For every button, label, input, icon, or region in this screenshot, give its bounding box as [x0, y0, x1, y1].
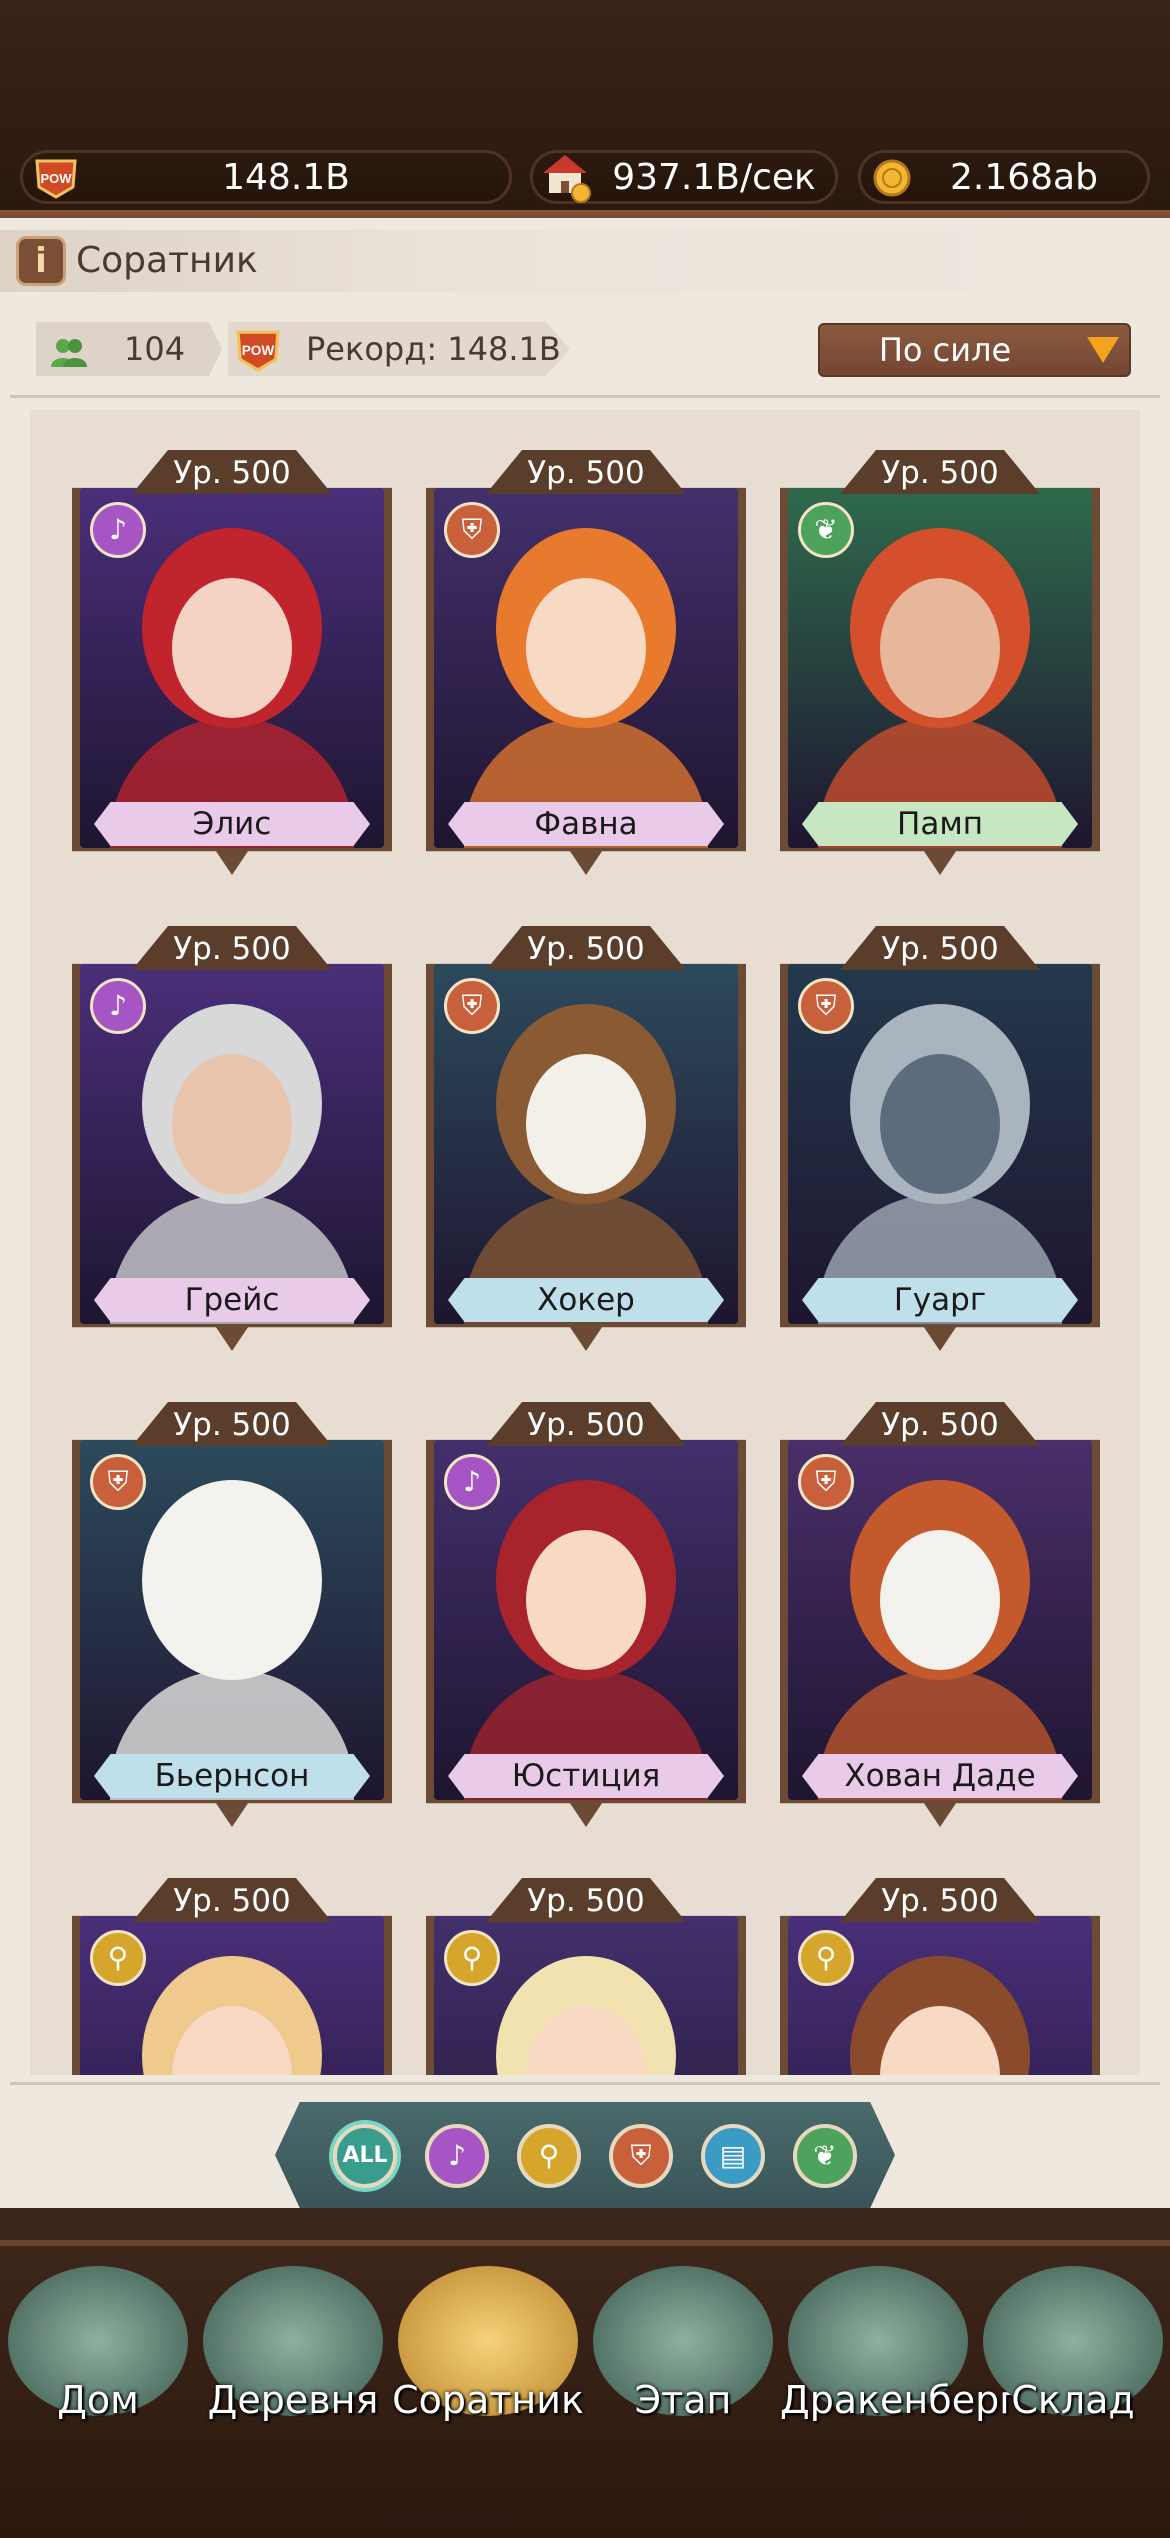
- filter-all-button[interactable]: ALL: [333, 2124, 397, 2188]
- nav-label: Дракенберг: [780, 2378, 1020, 2422]
- power-value: 148.1B: [222, 156, 350, 198]
- broom-icon: ⚲: [90, 1930, 146, 1986]
- pow-icon: POW: [33, 157, 79, 199]
- level-badge: Ур. 500: [486, 1878, 686, 1922]
- record-power: POW Рекорд: 148.1B: [228, 322, 570, 376]
- portrait-face: [880, 1530, 1000, 1670]
- companion-name: Элис: [94, 802, 370, 846]
- nav-label: Деревня: [207, 2378, 379, 2422]
- companion-card[interactable]: Ур. 500 ⛨ Гуарг: [780, 926, 1100, 1366]
- record-label: Рекорд: 148.1B: [306, 330, 561, 368]
- page-title: Соратник: [76, 240, 258, 281]
- sort-dropdown[interactable]: По силе: [818, 323, 1131, 377]
- lyre-icon: ♪: [90, 978, 146, 1034]
- nav-windmill[interactable]: Деревня: [195, 2252, 391, 2452]
- lyre-icon: ♪: [448, 2139, 466, 2172]
- divider: [10, 2082, 1160, 2085]
- income-resource[interactable]: 937.1B/сек: [530, 150, 838, 204]
- portrait-face: [172, 1054, 292, 1194]
- level-badge: Ур. 500: [486, 450, 686, 494]
- companion-name: Фавна: [448, 802, 724, 846]
- coin-icon: [871, 157, 917, 199]
- nav-label: Склад: [1011, 2378, 1135, 2422]
- companion-name: Хован Даде: [802, 1754, 1078, 1798]
- shield-icon: ⛨: [444, 502, 500, 558]
- companion-card[interactable]: Ур. 500 ⚲: [780, 1878, 1100, 2075]
- companion-name: Юстиция: [448, 1754, 724, 1798]
- companion-card[interactable]: Ур. 500 ♪ Элис: [72, 450, 392, 890]
- sort-label: По силе: [878, 331, 1012, 369]
- companion-count-value: 104: [124, 330, 186, 368]
- shield-icon: ⛨: [798, 1454, 854, 1510]
- broom-icon: ⚲: [798, 1930, 854, 1986]
- portrait-face: [172, 578, 292, 718]
- level-badge: Ур. 500: [840, 1402, 1040, 1446]
- companion-card[interactable]: Ур. 500 ⛨ Хован Даде: [780, 1402, 1100, 1842]
- wing-icon: ❦: [813, 2139, 837, 2172]
- shield-icon: ⛨: [90, 1454, 146, 1510]
- level-badge: Ур. 500: [132, 1878, 332, 1922]
- filter-book-button[interactable]: ▤: [701, 2124, 765, 2188]
- book-icon: ▤: [719, 2139, 747, 2172]
- triangle-down-icon: [1087, 337, 1119, 363]
- nav-tent[interactable]: Этап: [585, 2252, 781, 2452]
- divider: [10, 395, 1160, 398]
- companion-name: Гуарг: [802, 1278, 1078, 1322]
- companion-card[interactable]: Ур. 500 ❦ Памп: [780, 450, 1100, 890]
- level-badge: Ур. 500: [840, 450, 1040, 494]
- shield-icon: ⛨: [798, 978, 854, 1034]
- companion-card[interactable]: Ур. 500 ⛨ Фавна: [426, 450, 746, 890]
- nav-companions[interactable]: Соратник: [390, 2252, 586, 2452]
- level-badge: Ур. 500: [486, 1402, 686, 1446]
- companion-card[interactable]: Ур. 500 ♪ Грейс: [72, 926, 392, 1366]
- portrait-face: [526, 578, 646, 718]
- nav-castle[interactable]: Дракенберг: [780, 2252, 1020, 2452]
- portrait-face: [526, 1054, 646, 1194]
- nav-label: Соратник: [392, 2378, 584, 2422]
- companion-card[interactable]: Ур. 500 ⚲: [72, 1878, 392, 2075]
- nav-label: Дом: [57, 2378, 139, 2422]
- nav-bed[interactable]: Дом: [0, 2252, 196, 2452]
- broom-icon: ⚲: [444, 1930, 500, 1986]
- portrait-face: [172, 1530, 292, 1670]
- shield-icon: ⛨: [630, 2139, 652, 2172]
- info-icon[interactable]: i: [16, 236, 66, 286]
- lyre-icon: ♪: [444, 1454, 500, 1510]
- level-badge: Ур. 500: [840, 926, 1040, 970]
- companion-name: Памп: [802, 802, 1078, 846]
- nav-warehouse[interactable]: Склад: [975, 2252, 1170, 2452]
- svg-text:POW: POW: [40, 171, 72, 186]
- level-badge: Ур. 500: [486, 926, 686, 970]
- lyre-icon: ♪: [90, 502, 146, 558]
- filter-broom-button[interactable]: ⚲: [517, 2124, 581, 2188]
- companion-card[interactable]: Ур. 500 ⚲: [426, 1878, 746, 2075]
- level-badge: Ур. 500: [840, 1878, 1040, 1922]
- level-badge: Ур. 500: [132, 1402, 332, 1446]
- filter-lyre-button[interactable]: ♪: [425, 2124, 489, 2188]
- level-badge: Ур. 500: [132, 450, 332, 494]
- power-resource[interactable]: POW 148.1B: [20, 150, 512, 204]
- svg-text:POW: POW: [242, 343, 275, 358]
- companion-card[interactable]: Ур. 500 ⛨ Хокер: [426, 926, 746, 1366]
- shield-icon: ⛨: [444, 978, 500, 1034]
- coins-resource[interactable]: 2.168ab: [858, 150, 1150, 204]
- portrait-face: [880, 1054, 1000, 1194]
- companion-name: Хокер: [448, 1278, 724, 1322]
- portrait-face: [526, 1530, 646, 1670]
- house-income-icon: [537, 151, 591, 203]
- companion-card[interactable]: Ур. 500 ⛨ Бьернсон: [72, 1402, 392, 1842]
- filter-shield-button[interactable]: ⛨: [609, 2124, 673, 2188]
- coins-value: 2.168ab: [950, 156, 1098, 198]
- portrait-face: [880, 578, 1000, 718]
- level-badge: Ур. 500: [132, 926, 332, 970]
- broom-icon: ⚲: [538, 2139, 560, 2172]
- companion-name: Грейс: [94, 1278, 370, 1322]
- companion-grid[interactable]: Ур. 500 ♪ Элис Ур. 500 ⛨ Фавна Ур. 500 ❦ Памп Ур.…: [30, 410, 1140, 2075]
- companion-name: Бьернсон: [94, 1754, 370, 1798]
- companion-card[interactable]: Ур. 500 ♪ Юстиция: [426, 1402, 746, 1842]
- filter-wing-button[interactable]: ❦: [793, 2124, 857, 2188]
- companion-count: 104: [36, 322, 222, 376]
- wing-icon: ❦: [798, 502, 854, 558]
- nav-label: Этап: [634, 2378, 732, 2422]
